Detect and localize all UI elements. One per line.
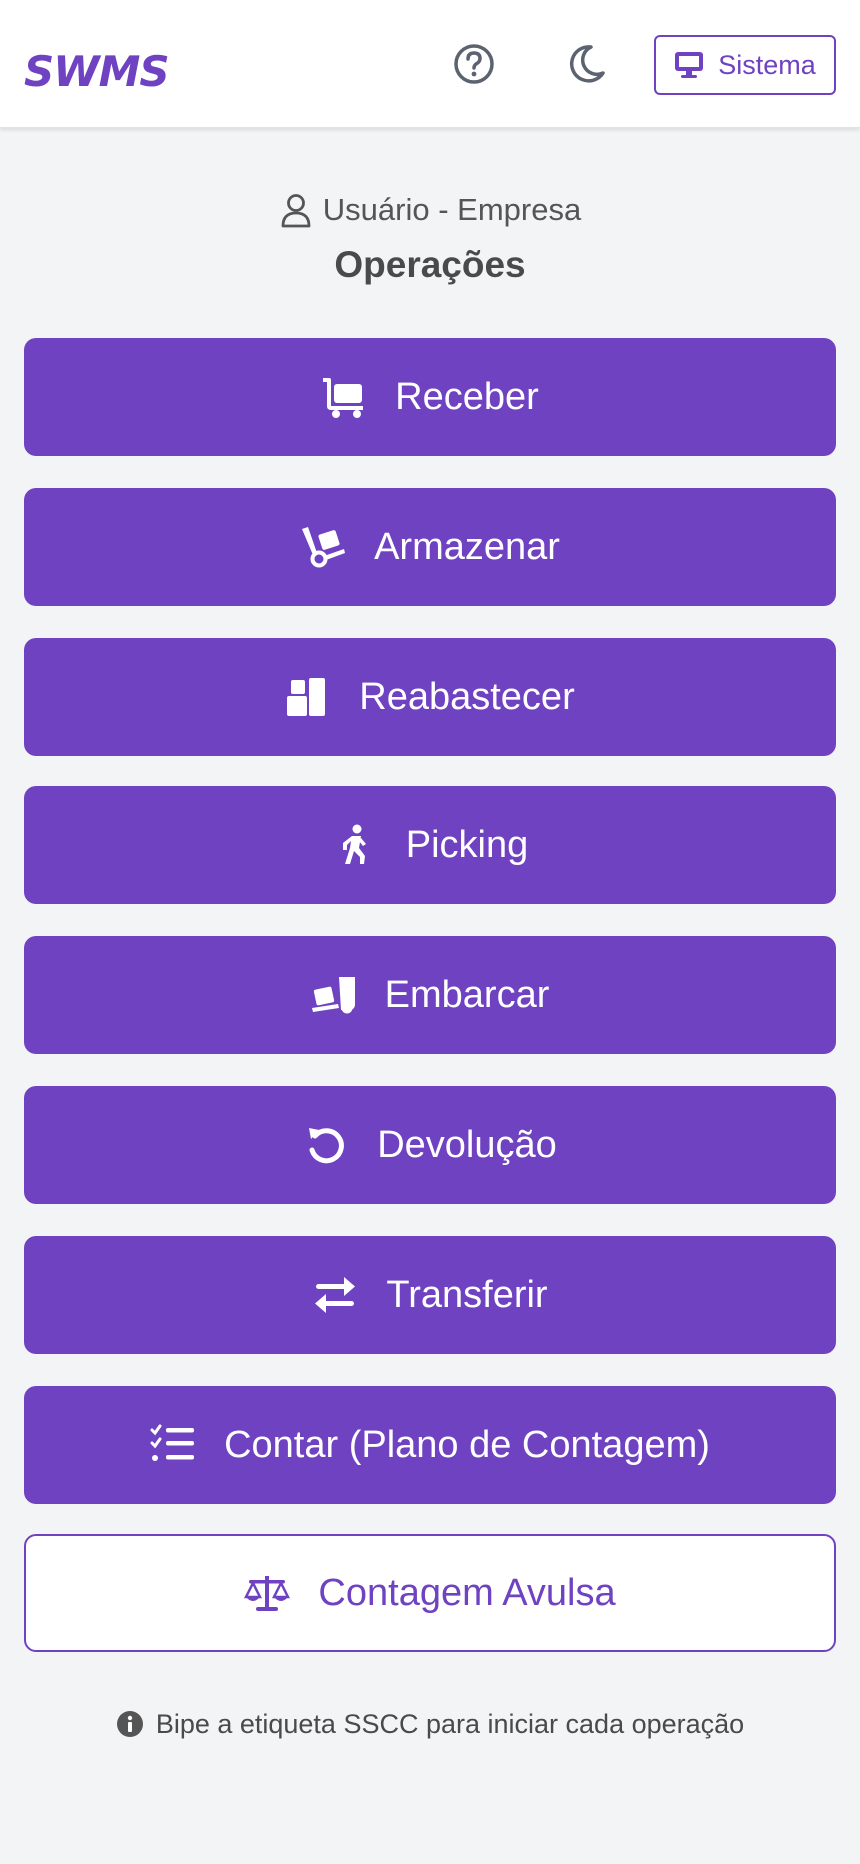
top-navbar: SWMS Sistema bbox=[0, 0, 860, 128]
truck-ramp-box-icon bbox=[311, 977, 355, 1014]
moon-icon[interactable] bbox=[564, 42, 608, 86]
picking-label: Picking bbox=[405, 823, 529, 866]
user-company-label: Usuário - Empresa bbox=[322, 192, 582, 227]
receber-button[interactable]: Receber bbox=[24, 338, 836, 456]
sscc-hint-text: Bipe a etiqueta SSCC para iniciar cada o… bbox=[155, 1708, 745, 1739]
receber-label: Receber bbox=[395, 375, 539, 418]
sistema-label: Sistema bbox=[718, 49, 816, 80]
armazenar-button[interactable]: Armazenar bbox=[24, 488, 836, 606]
logo-text: SWMS bbox=[24, 52, 169, 90]
sistema-button[interactable]: Sistema bbox=[654, 35, 836, 95]
armazenar-label: Armazenar bbox=[374, 525, 560, 568]
picking-button[interactable]: Picking bbox=[24, 786, 836, 904]
devolucao-button[interactable]: Devolução bbox=[24, 1086, 836, 1204]
swms-logo[interactable]: SWMS bbox=[24, 52, 224, 90]
question-circle-icon[interactable] bbox=[452, 42, 496, 86]
cart-flatbed-icon bbox=[323, 378, 364, 418]
transferir-label: Transferir bbox=[386, 1273, 548, 1316]
contar-plano-button[interactable]: Contar (Plano de Contagem) bbox=[24, 1386, 836, 1504]
page-title: Operações bbox=[334, 244, 526, 285]
reabastecer-button[interactable]: Reabastecer bbox=[24, 638, 836, 756]
contagem-avulsa-button[interactable]: Contagem Avulsa bbox=[24, 1534, 836, 1652]
sscc-hint: Bipe a etiqueta SSCC para iniciar cada o… bbox=[0, 1704, 860, 1744]
user-company-line: Usuário - Empresa bbox=[0, 188, 860, 232]
list-check-icon bbox=[150, 1424, 195, 1461]
dolly-icon bbox=[302, 527, 346, 568]
desktop-icon bbox=[675, 52, 704, 78]
devolucao-label: Devolução bbox=[377, 1123, 557, 1166]
transferir-button[interactable]: Transferir bbox=[24, 1236, 836, 1354]
contagem-avulsa-label: Contagem Avulsa bbox=[318, 1571, 616, 1614]
info-circle-icon bbox=[116, 1711, 143, 1737]
embarcar-label: Embarcar bbox=[384, 973, 550, 1016]
rotate-left-icon bbox=[309, 1128, 345, 1164]
embarcar-button[interactable]: Embarcar bbox=[24, 936, 836, 1054]
reabastecer-label: Reabastecer bbox=[359, 675, 575, 718]
boxes-stacked-icon bbox=[287, 678, 326, 716]
person-icon bbox=[281, 194, 311, 228]
person-walking-icon bbox=[342, 824, 366, 864]
scale-balanced-icon bbox=[244, 1576, 291, 1611]
contar-plano-label: Contar (Plano de Contagem) bbox=[224, 1423, 710, 1466]
right-left-arrows-icon bbox=[315, 1277, 356, 1313]
